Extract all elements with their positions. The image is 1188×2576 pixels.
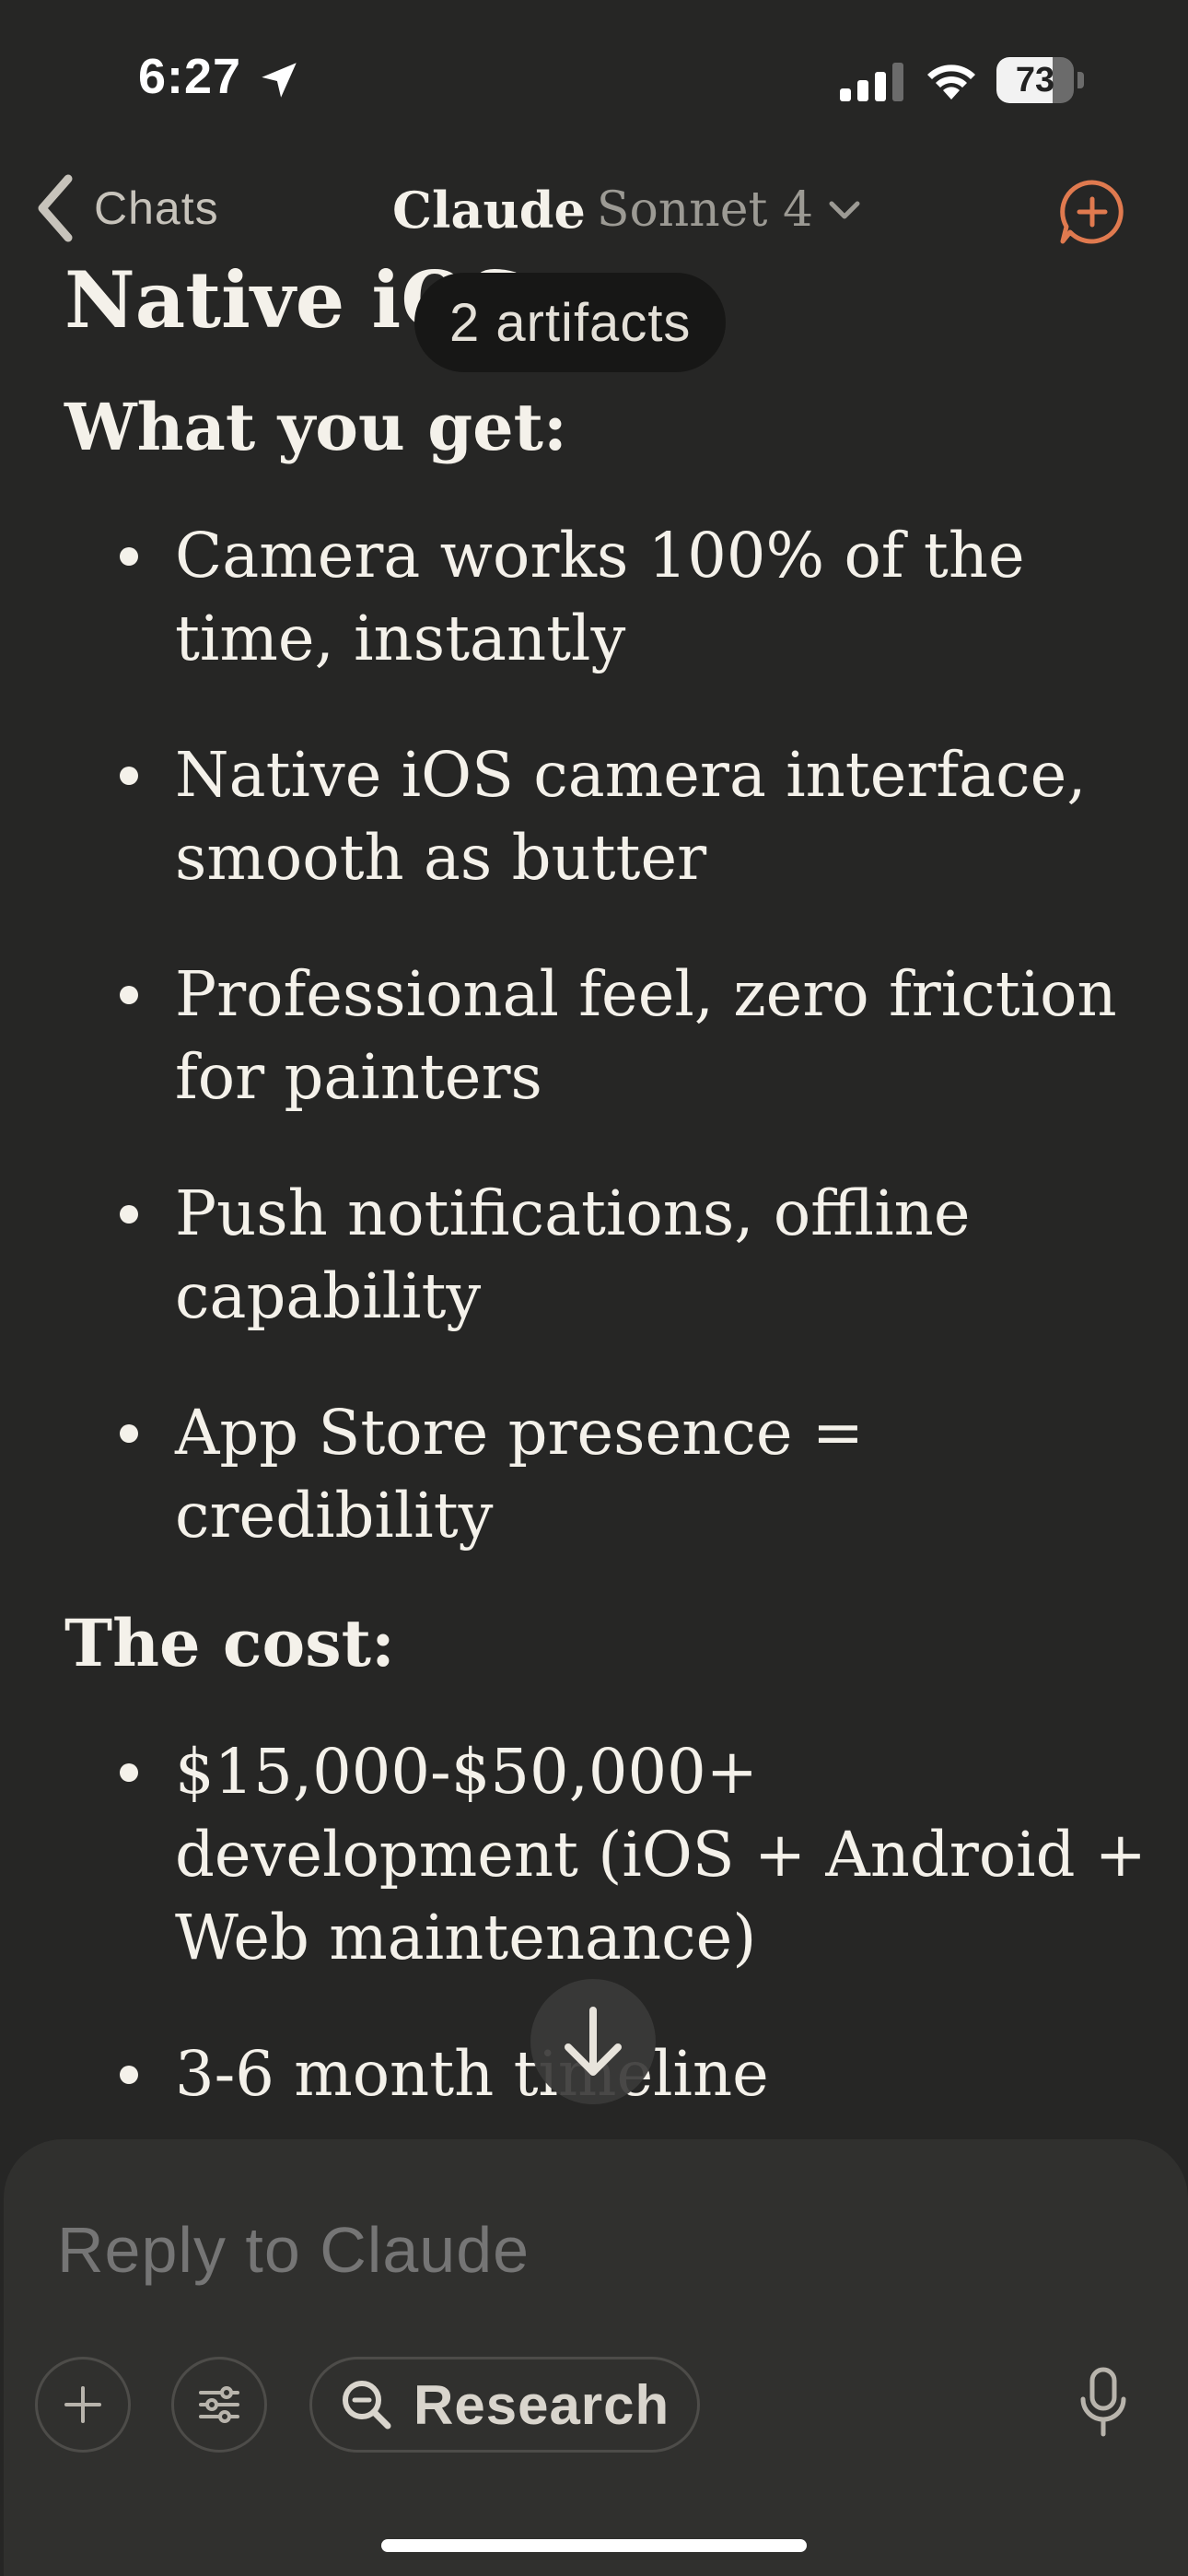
new-chat-icon[interactable] (1057, 177, 1127, 247)
section-heading-the-cost: The cost: (64, 1605, 395, 1681)
composer: Research (4, 2139, 1188, 2576)
tools-button[interactable] (171, 2357, 267, 2453)
list-item-text: Camera works 100% of the time, instantly (175, 520, 1025, 674)
scroll-to-bottom-button[interactable] (530, 1979, 656, 2104)
status-bar: 6:27 73 (0, 0, 1188, 157)
battery-icon: 73 (996, 57, 1085, 103)
bullet-dot (120, 2066, 138, 2084)
bullet-dot (120, 547, 138, 566)
bullet-dot (120, 1424, 138, 1443)
cellular-signal-icon (840, 63, 903, 101)
home-indicator (381, 2539, 807, 2552)
nav-bar: Chats Claude Sonnet 4 (0, 157, 1188, 260)
research-button[interactable]: Research (309, 2357, 701, 2453)
bullet-dot (120, 986, 138, 1004)
back-label: Chats (94, 182, 219, 234)
microphone-icon[interactable] (1076, 2366, 1131, 2440)
sliders-icon (199, 2386, 239, 2423)
wifi-icon (927, 64, 975, 100)
chevron-down-icon (829, 201, 860, 219)
research-label: Research (413, 2373, 670, 2436)
message-content: Native iOS 2 artifacts What you get: Cam… (0, 260, 1188, 2139)
section-heading-what-you-get: What you get: (64, 389, 567, 465)
list-item-text: App Store presence = credibility (175, 1397, 864, 1551)
bullet-dot (120, 1205, 138, 1224)
back-button[interactable]: Chats (33, 171, 219, 245)
list-item-text: Native iOS camera interface, smooth as b… (175, 739, 1087, 894)
list-item-text: 3-6 month timeline (175, 2038, 769, 2110)
reply-input[interactable] (57, 2213, 978, 2287)
arrow-down-icon (565, 2007, 622, 2076)
bullet-dot (120, 1763, 138, 1782)
status-time: 6:27 (138, 49, 242, 104)
battery-percent: 73 (1015, 61, 1055, 100)
add-attachment-button[interactable] (35, 2357, 131, 2453)
research-search-icon (343, 2381, 391, 2430)
model-name: Claude (392, 181, 586, 240)
list-item-text: Push notifications, offline capability (175, 1177, 971, 1332)
artifacts-badge[interactable]: 2 artifacts (414, 273, 727, 372)
bullet-dot (120, 767, 138, 785)
model-selector[interactable]: Claude Sonnet 4 (392, 173, 863, 247)
chevron-left-icon (38, 174, 73, 242)
location-arrow-icon (262, 63, 297, 98)
list-item-text: $15,000-$50,000+ development (iOS + Andr… (175, 1736, 1147, 1973)
plus-icon (64, 2386, 101, 2423)
model-variant: Sonnet 4 (596, 182, 814, 238)
list-item-text: Professional feel, zero friction for pai… (175, 958, 1117, 1113)
